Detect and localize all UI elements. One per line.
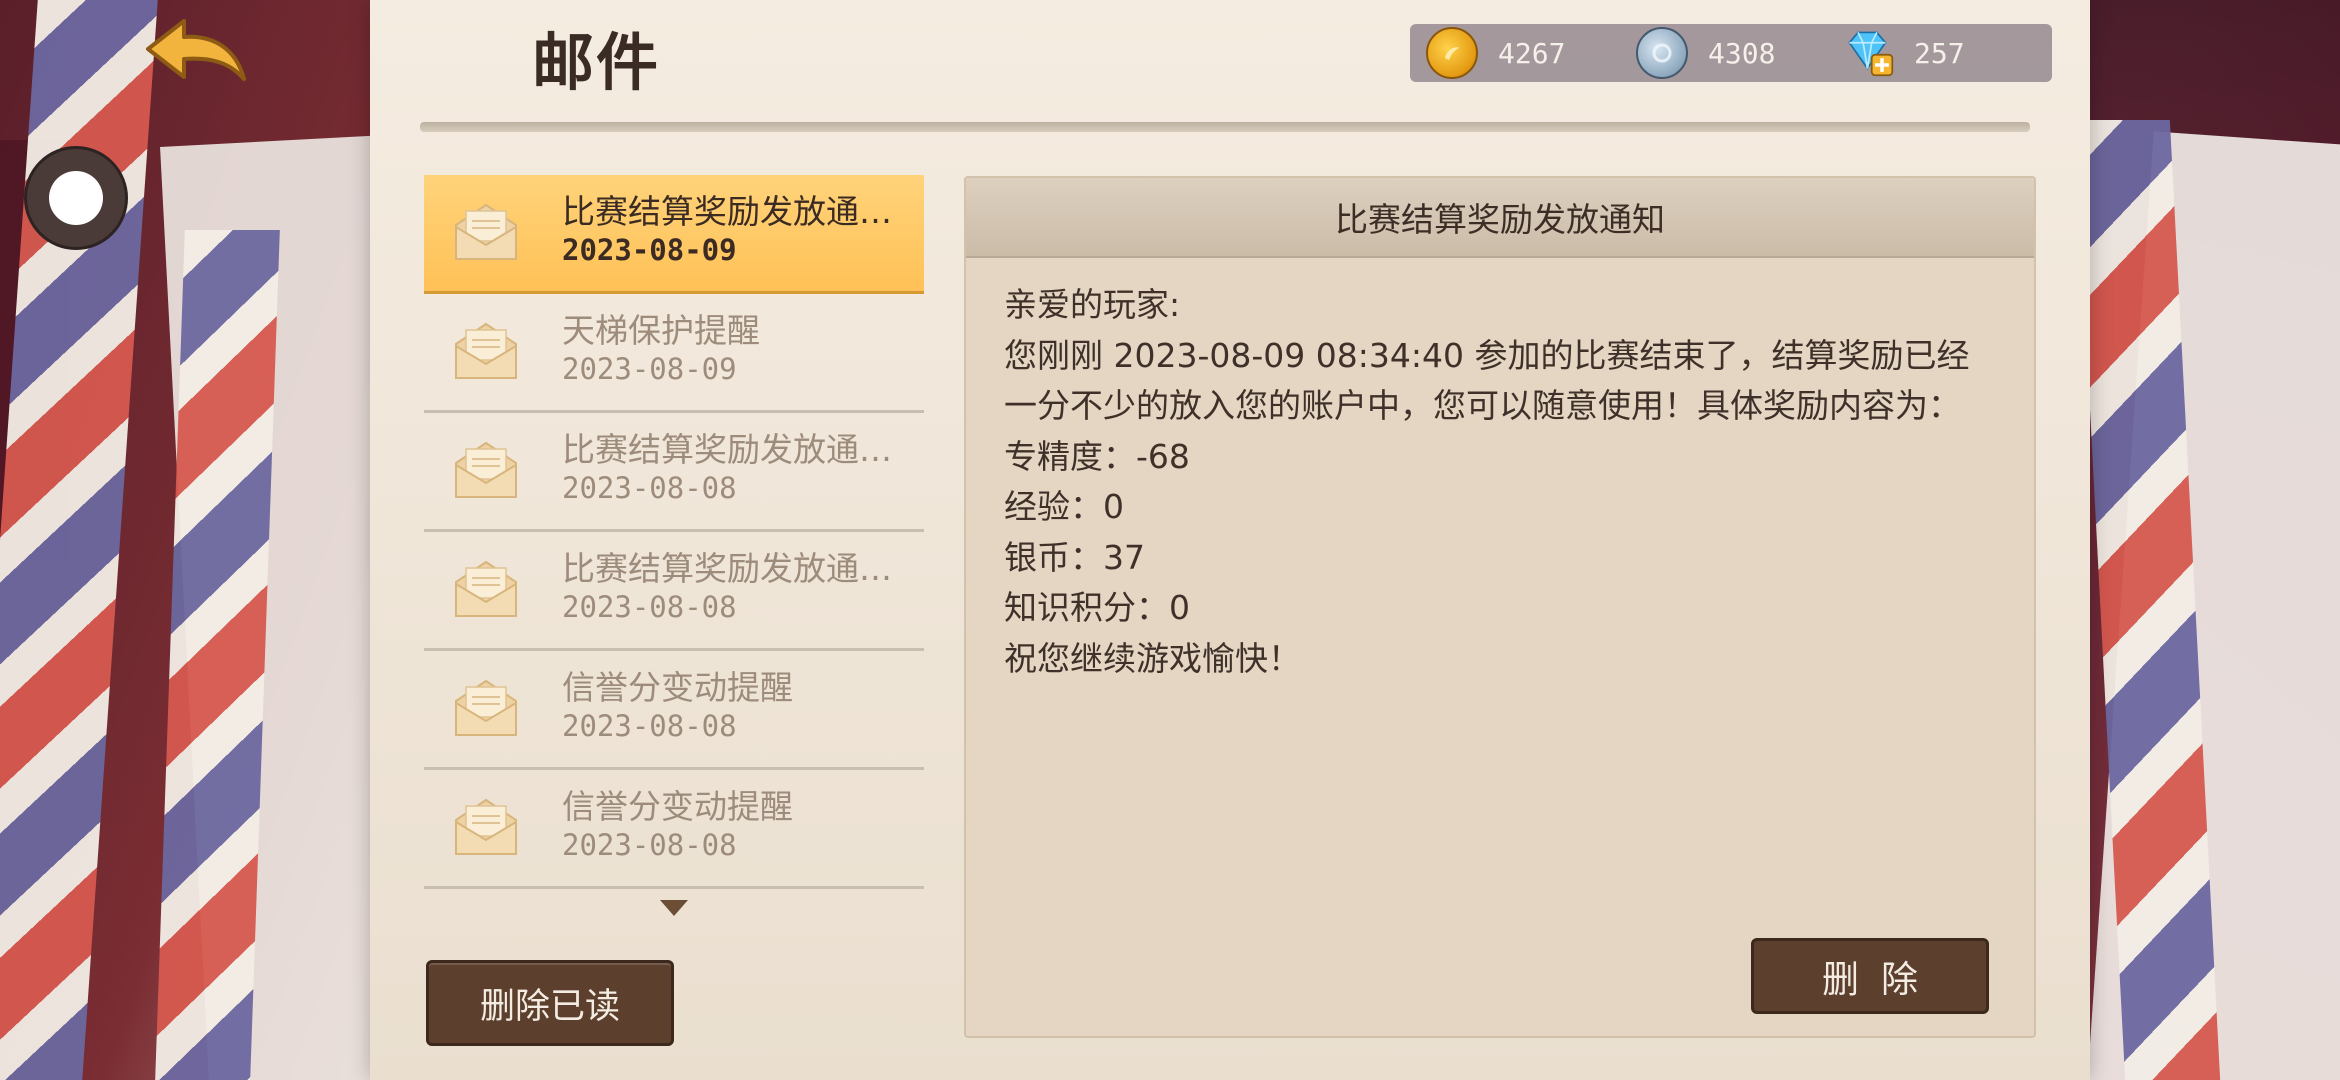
back-arrow-icon: [146, 19, 246, 81]
envelope-icon: [452, 792, 520, 860]
diamond-plus-icon[interactable]: [1846, 29, 1894, 77]
page-title: 邮件: [532, 26, 661, 99]
mail-detail-body: 亲爱的玩家: 您刚刚 2023-08-09 08:34:40 参加的比赛结束了，结…: [1004, 280, 2004, 684]
delete-read-button[interactable]: 删除已读: [426, 960, 674, 1046]
mail-title: 信誉分变动提醒: [562, 668, 793, 707]
mail-date: 2023-08-09: [562, 233, 737, 267]
mail-date: 2023-08-09: [562, 352, 737, 386]
mail-title: 比赛结算奖励发放通…: [562, 192, 892, 231]
mail-list-item[interactable]: 信誉分变动提醒 2023-08-08: [424, 651, 924, 770]
envelope-icon: [452, 554, 520, 622]
envelope-icon: [452, 316, 520, 384]
silver-currency: 4308: [1636, 27, 1776, 79]
silver-coin-icon: [1636, 27, 1688, 79]
mail-date: 2023-08-08: [562, 828, 737, 862]
header-divider: [420, 122, 2030, 132]
mail-body-line: 知识积分：0: [1004, 588, 1190, 627]
envelope-icon: [452, 435, 520, 503]
mail-detail-panel: 比赛结算奖励发放通知 亲爱的玩家: 您刚刚 2023-08-09 08:34:40…: [964, 176, 2036, 1038]
envelope-icon: [452, 673, 520, 741]
record-dot-icon: [49, 171, 103, 225]
gold-currency: 4267: [1426, 27, 1566, 79]
mail-body-line: 您刚刚 2023-08-09 08:34:40 参加的比赛结束了，结算奖励已经: [1004, 335, 1970, 375]
mail-date: 2023-08-08: [562, 590, 737, 624]
diamond-amount: 257: [1914, 36, 1965, 70]
mail-title: 天梯保护提醒: [562, 311, 760, 350]
mail-screen: 邮件 4267 4308 257 比赛结算奖励发放通… 2023-08-09 天…: [0, 0, 2340, 1080]
envelope-icon: [452, 197, 520, 265]
mail-body-line: 一分不少的放入您的账户中，您可以随意使用！具体奖励内容为：: [1004, 386, 1961, 425]
mail-body-line: 经验：0: [1004, 487, 1124, 526]
currency-bar: 4267 4308 257: [1410, 24, 2052, 82]
mail-title: 比赛结算奖励发放通…: [562, 430, 892, 469]
mail-date: 2023-08-08: [562, 709, 737, 743]
mail-title: 比赛结算奖励发放通…: [562, 549, 892, 588]
mail-list-item[interactable]: 比赛结算奖励发放通… 2023-08-09: [424, 175, 924, 294]
delete-button[interactable]: 删除: [1751, 938, 1989, 1014]
mail-body-line: 祝您继续游戏愉快！: [1004, 638, 1301, 678]
gold-coin-icon: [1426, 27, 1478, 79]
gold-amount: 4267: [1498, 36, 1566, 70]
floating-record-button[interactable]: [24, 146, 128, 250]
mail-list-item[interactable]: 信誉分变动提醒 2023-08-08: [424, 770, 924, 889]
mail-date: 2023-08-08: [562, 471, 737, 505]
mail-list: 比赛结算奖励发放通… 2023-08-09 天梯保护提醒 2023-08-09 比赛结算…: [424, 175, 924, 889]
mail-body-line: 银币：37: [1004, 537, 1145, 577]
back-button[interactable]: [140, 15, 252, 95]
silver-amount: 4308: [1708, 36, 1776, 70]
mail-list-item[interactable]: 比赛结算奖励发放通… 2023-08-08: [424, 413, 924, 532]
mail-body-line: 专精度：-68: [1004, 436, 1190, 476]
mail-body-line: 亲爱的玩家:: [1004, 285, 1181, 324]
scroll-down-icon[interactable]: [660, 900, 688, 916]
mail-list-item[interactable]: 比赛结算奖励发放通… 2023-08-08: [424, 532, 924, 651]
mail-list-item[interactable]: 天梯保护提醒 2023-08-09: [424, 294, 924, 413]
mail-title: 信誉分变动提醒: [562, 787, 793, 826]
diamond-currency[interactable]: 257: [1846, 29, 1965, 77]
mail-detail-title: 比赛结算奖励发放通知: [966, 178, 2034, 258]
